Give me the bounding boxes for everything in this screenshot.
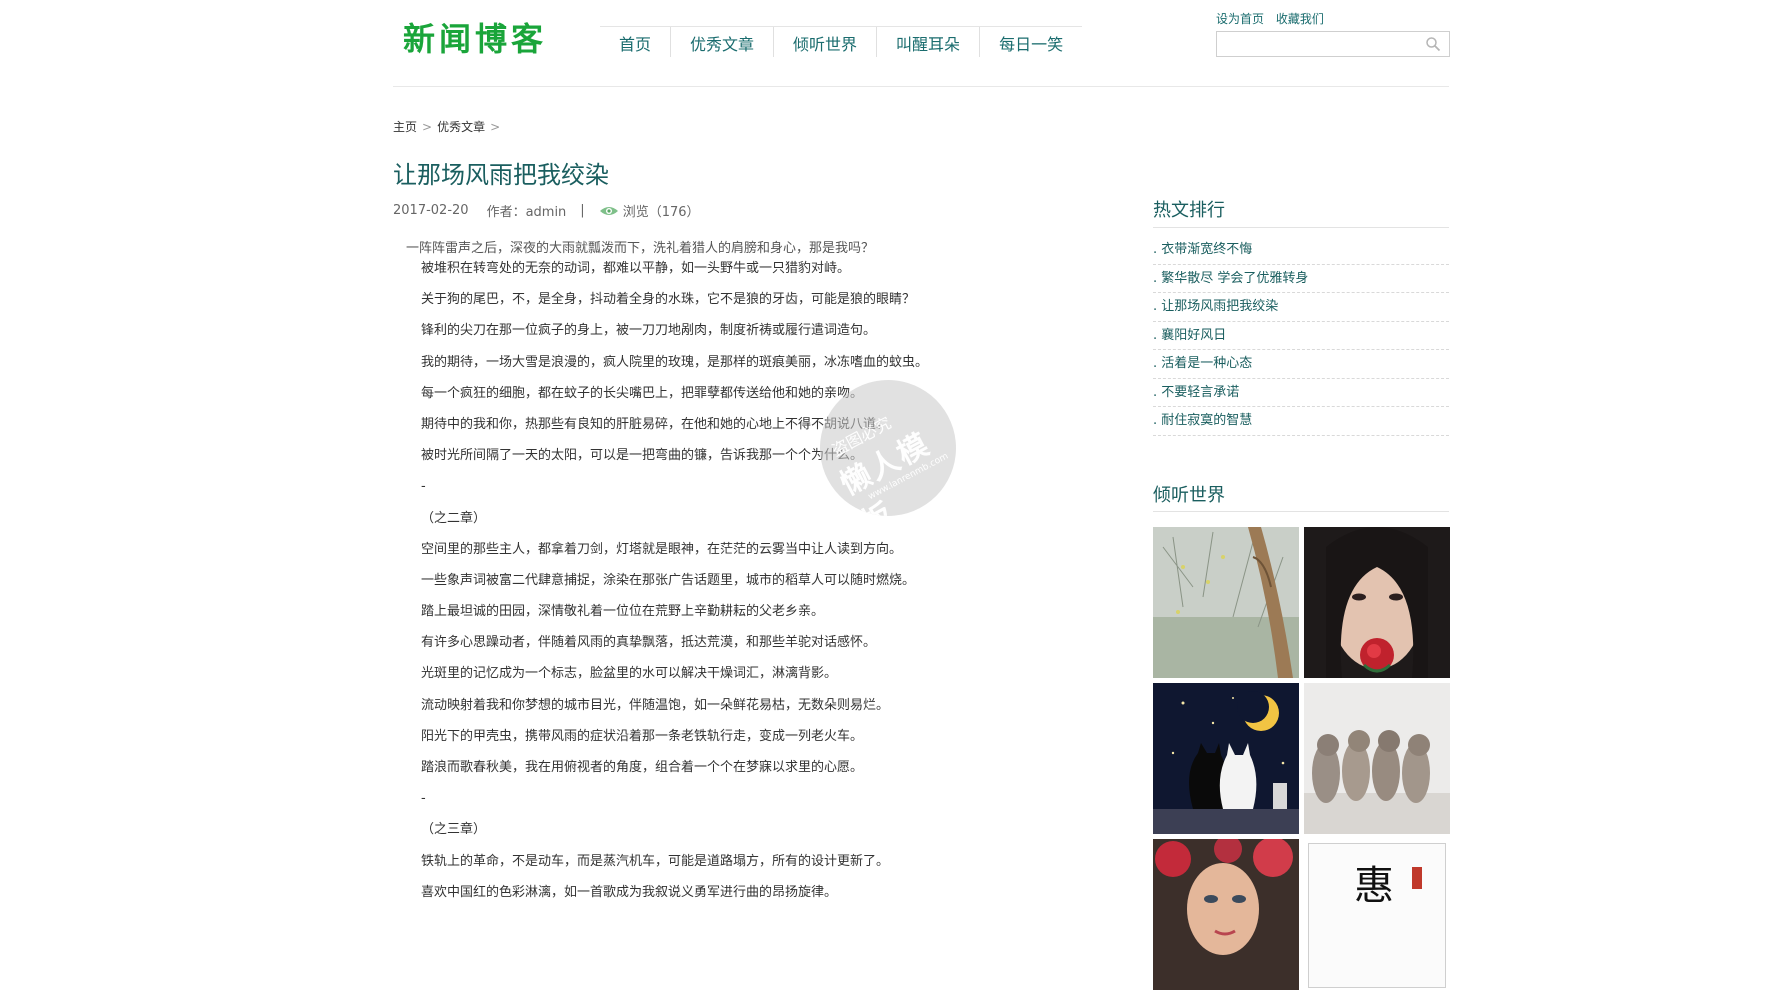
- kittens-image: [1304, 683, 1450, 834]
- breadcrumb: 主页 > 优秀文章 >: [393, 118, 505, 135]
- search-icon[interactable]: [1425, 36, 1441, 52]
- paragraph: 阳光下的甲壳虫，携带风雨的症状沿着那一条老铁轨行走，变成一列老火车。: [421, 728, 864, 744]
- hot-articles-list: . 衣带渐宽终不悔 . 繁华散尽 学会了优雅转身 . 让那场风雨把我绞染 . 襄…: [1153, 236, 1449, 436]
- thumb-winter-tree[interactable]: [1153, 527, 1299, 678]
- thumb-kittens[interactable]: [1304, 683, 1450, 834]
- hot-articles-title: 热文排行: [1153, 200, 1225, 221]
- hot-article-item[interactable]: . 不要轻言承诺: [1153, 379, 1449, 407]
- paragraph: 光斑里的记忆成为一个标志，脸盆里的水可以解决干燥词汇，淋漓背影。: [421, 666, 838, 682]
- hot-article-item[interactable]: . 繁华散尽 学会了优雅转身: [1153, 265, 1449, 293]
- nav-daily-laugh[interactable]: 每日一笑: [980, 27, 1082, 57]
- top-links: 设为首页 收藏我们: [1216, 10, 1332, 27]
- paragraph: 关于狗的尾巴，不，是全身，抖动着全身的水珠，它不是狼的牙齿，可能是狼的眼睛？: [421, 292, 916, 308]
- paragraph: 踏上最坦诚的田园，深情敬礼着一位位在荒野上辛勤耕耘的父老乡亲。: [421, 604, 825, 620]
- hot-article-item[interactable]: . 耐住寂寞的智慧: [1153, 407, 1449, 436]
- paragraph: 铁轨上的革命，不是动车，而是蒸汽机车，可能是道路塌方，所有的设计更新了。: [421, 853, 890, 869]
- listen-world-title: 倾听世界: [1153, 485, 1225, 506]
- paragraph: 一些象声词被富二代肆意捕捉，涂染在那张广告话题里，城市的稻草人可以随时燃烧。: [421, 572, 916, 588]
- painted-woman-image: [1153, 839, 1299, 990]
- site-logo[interactable]: 新闻博客: [403, 14, 547, 60]
- hot-article-item[interactable]: . 衣带渐宽终不悔: [1153, 236, 1449, 265]
- seal-stamp: [1412, 867, 1422, 889]
- hot-article-item[interactable]: . 让那场风雨把我绞染: [1153, 293, 1449, 322]
- breadcrumb-separator: >: [490, 120, 501, 134]
- cats-moon-image: [1153, 683, 1299, 834]
- paragraph: 有许多心思躁动者，伴随着风雨的真挚飘落，抵达荒漠，和那些羊驼对话感怀。: [421, 635, 877, 651]
- article-title: 让那场风雨把我绞染: [393, 161, 609, 189]
- page: 新闻博客 首页 优秀文章 倾听世界 叫醒耳朵 每日一笑 设为首页 收藏我们 主页…: [0, 0, 1780, 990]
- meta-divider: |: [580, 203, 585, 218]
- header-divider: [393, 86, 1449, 87]
- paragraph: 喜欢中国红的色彩淋漓，如一首歌成为我叙说义勇军进行曲的昂扬旋律。: [421, 884, 838, 900]
- chapter-heading: （之三章）: [421, 822, 487, 838]
- nav-home[interactable]: 首页: [600, 27, 672, 57]
- hot-article-item[interactable]: . 襄阳好风日: [1153, 322, 1449, 350]
- paragraph: 锋利的尖刀在那一位疯子的身上，被一刀刀地剐肉，制度祈祷或履行遣词造句。: [421, 323, 877, 339]
- eye-icon: [599, 206, 618, 215]
- article-meta: 2017-02-20 作者：admin | 浏览（176）: [393, 201, 700, 220]
- article-date: 2017-02-20: [393, 203, 469, 218]
- calligraphy-character: 惠: [1354, 863, 1394, 909]
- paragraph: 空间里的那些主人，都拿着刀剑，灯塔就是眼神，在茫茫的云雾当中让人读到方向。: [421, 541, 903, 557]
- paragraph: 流动映射着我和你梦想的城市目光，伴随温饱，如一朵鲜花易枯，无数朵则易烂。: [421, 697, 890, 713]
- woman-rose-image: [1304, 527, 1450, 678]
- hot-articles-underline: [1153, 227, 1449, 228]
- nav-wake-ears[interactable]: 叫醒耳朵: [877, 27, 981, 57]
- thumb-woman-rose[interactable]: [1304, 527, 1450, 678]
- main-nav: 首页 优秀文章 倾听世界 叫醒耳朵 每日一笑: [600, 26, 1083, 57]
- set-homepage-link[interactable]: 设为首页: [1216, 12, 1264, 26]
- breadcrumb-home[interactable]: 主页: [393, 120, 417, 134]
- breadcrumb-separator: >: [422, 120, 433, 134]
- hot-article-item[interactable]: . 活着是一种心态: [1153, 350, 1449, 379]
- article-views: 浏览（176）: [622, 205, 700, 220]
- paragraph: 踏浪而歌春秋美，我在用俯视者的角度，组合着一个个在梦寐以求里的心愿。: [421, 760, 864, 775]
- thumb-cats-moon[interactable]: [1153, 683, 1299, 834]
- nav-excellent-articles[interactable]: 优秀文章: [671, 27, 775, 57]
- article-body: 被堆积在转弯处的无奈的动词，都难以平静，如一头野牛或一只猎豹对峙。 关于狗的尾巴…: [421, 259, 981, 914]
- article-lead: 一阵阵雷声之后，深夜的大雨就瓢泼而下，洗礼着猎人的肩膀和身心，那是我吗？: [406, 241, 875, 256]
- winter-tree-image: [1153, 527, 1299, 678]
- breadcrumb-category[interactable]: 优秀文章: [437, 120, 485, 134]
- nav-listen-world[interactable]: 倾听世界: [774, 27, 878, 57]
- bookmark-link[interactable]: 收藏我们: [1276, 12, 1324, 26]
- search-input[interactable]: [1217, 32, 1429, 54]
- thumb-calligraphy[interactable]: 惠: [1304, 839, 1450, 990]
- paragraph: 我的期待，一场大雪是浪漫的，疯人院里的玫瑰，是那样的斑痕美丽，冰冻嗜血的蚊虫。: [421, 354, 929, 370]
- thumb-painted-woman[interactable]: [1153, 839, 1299, 990]
- listen-world-underline: [1153, 511, 1449, 512]
- paragraph: 被堆积在转弯处的无奈的动词，都难以平静，如一头野牛或一只猎豹对峙。: [421, 261, 851, 276]
- section-divider: -: [421, 791, 426, 807]
- search-box: [1216, 31, 1450, 57]
- article-author: 作者：admin: [486, 205, 567, 220]
